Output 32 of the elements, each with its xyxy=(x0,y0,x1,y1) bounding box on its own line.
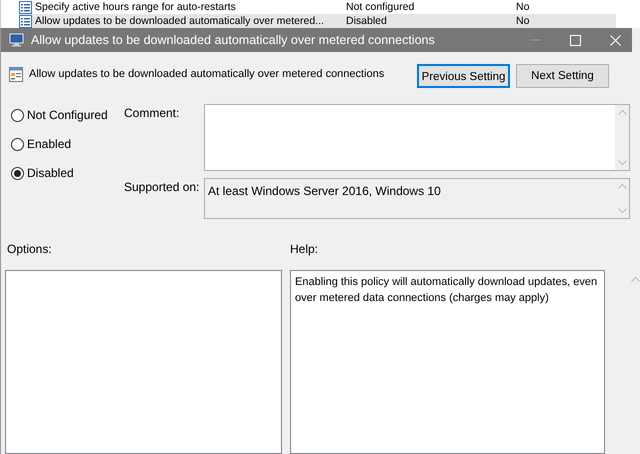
setting-name: Specify active hours range for auto-restarts xyxy=(35,0,236,14)
setting-title: Allow updates to be downloaded automatically over metered connections xyxy=(29,67,386,82)
setting-button[interactable]: Previous Setting xyxy=(417,64,510,88)
window-title: Allow updates to be downloaded automatically over metered connections xyxy=(31,32,436,49)
scroll-up-icon xyxy=(631,276,640,282)
scroll-up-icon[interactable] xyxy=(618,183,626,189)
maximize-icon[interactable] xyxy=(570,34,580,46)
setting-comment: No xyxy=(516,0,530,14)
setting-state: Disabled xyxy=(346,14,388,28)
minimize-icon[interactable] xyxy=(530,39,540,41)
section-label: Help: xyxy=(290,241,318,258)
setting-name: Allow updates to be downloaded automatically over metered... xyxy=(35,14,324,28)
comment-field[interactable] xyxy=(204,104,630,171)
scroll-down-icon[interactable] xyxy=(618,208,626,214)
section-label: Options: xyxy=(7,241,53,258)
list-row[interactable]: Specify active hours range for auto-restarts Not configured No xyxy=(19,0,616,14)
radio-option[interactable]: Disabled xyxy=(11,164,124,182)
field-label: Supported on: xyxy=(124,179,200,196)
scroll-up-icon[interactable] xyxy=(618,109,626,115)
scroll-down-icon[interactable] xyxy=(618,160,626,166)
help-panel: Enabling this policy will automatically download updates, even over metered data connections (charges may apply) xyxy=(290,270,605,454)
setting-button[interactable]: Next Setting xyxy=(516,64,609,88)
close-icon[interactable] xyxy=(610,34,620,46)
radio-option[interactable]: Enabled xyxy=(11,135,124,153)
setting-icon xyxy=(9,67,23,82)
supported-on-field: At least Windows Server 2016, Windows 10 xyxy=(204,178,630,219)
setting-state: Not configured xyxy=(346,0,416,14)
field-label: Comment: xyxy=(124,105,180,122)
window-icon xyxy=(9,33,25,47)
list-row[interactable]: Allow updates to be downloaded automatically over metered... Disabled No xyxy=(19,14,616,28)
setting-comment: No xyxy=(516,14,530,28)
radio-option[interactable]: Not Configured xyxy=(11,106,124,124)
